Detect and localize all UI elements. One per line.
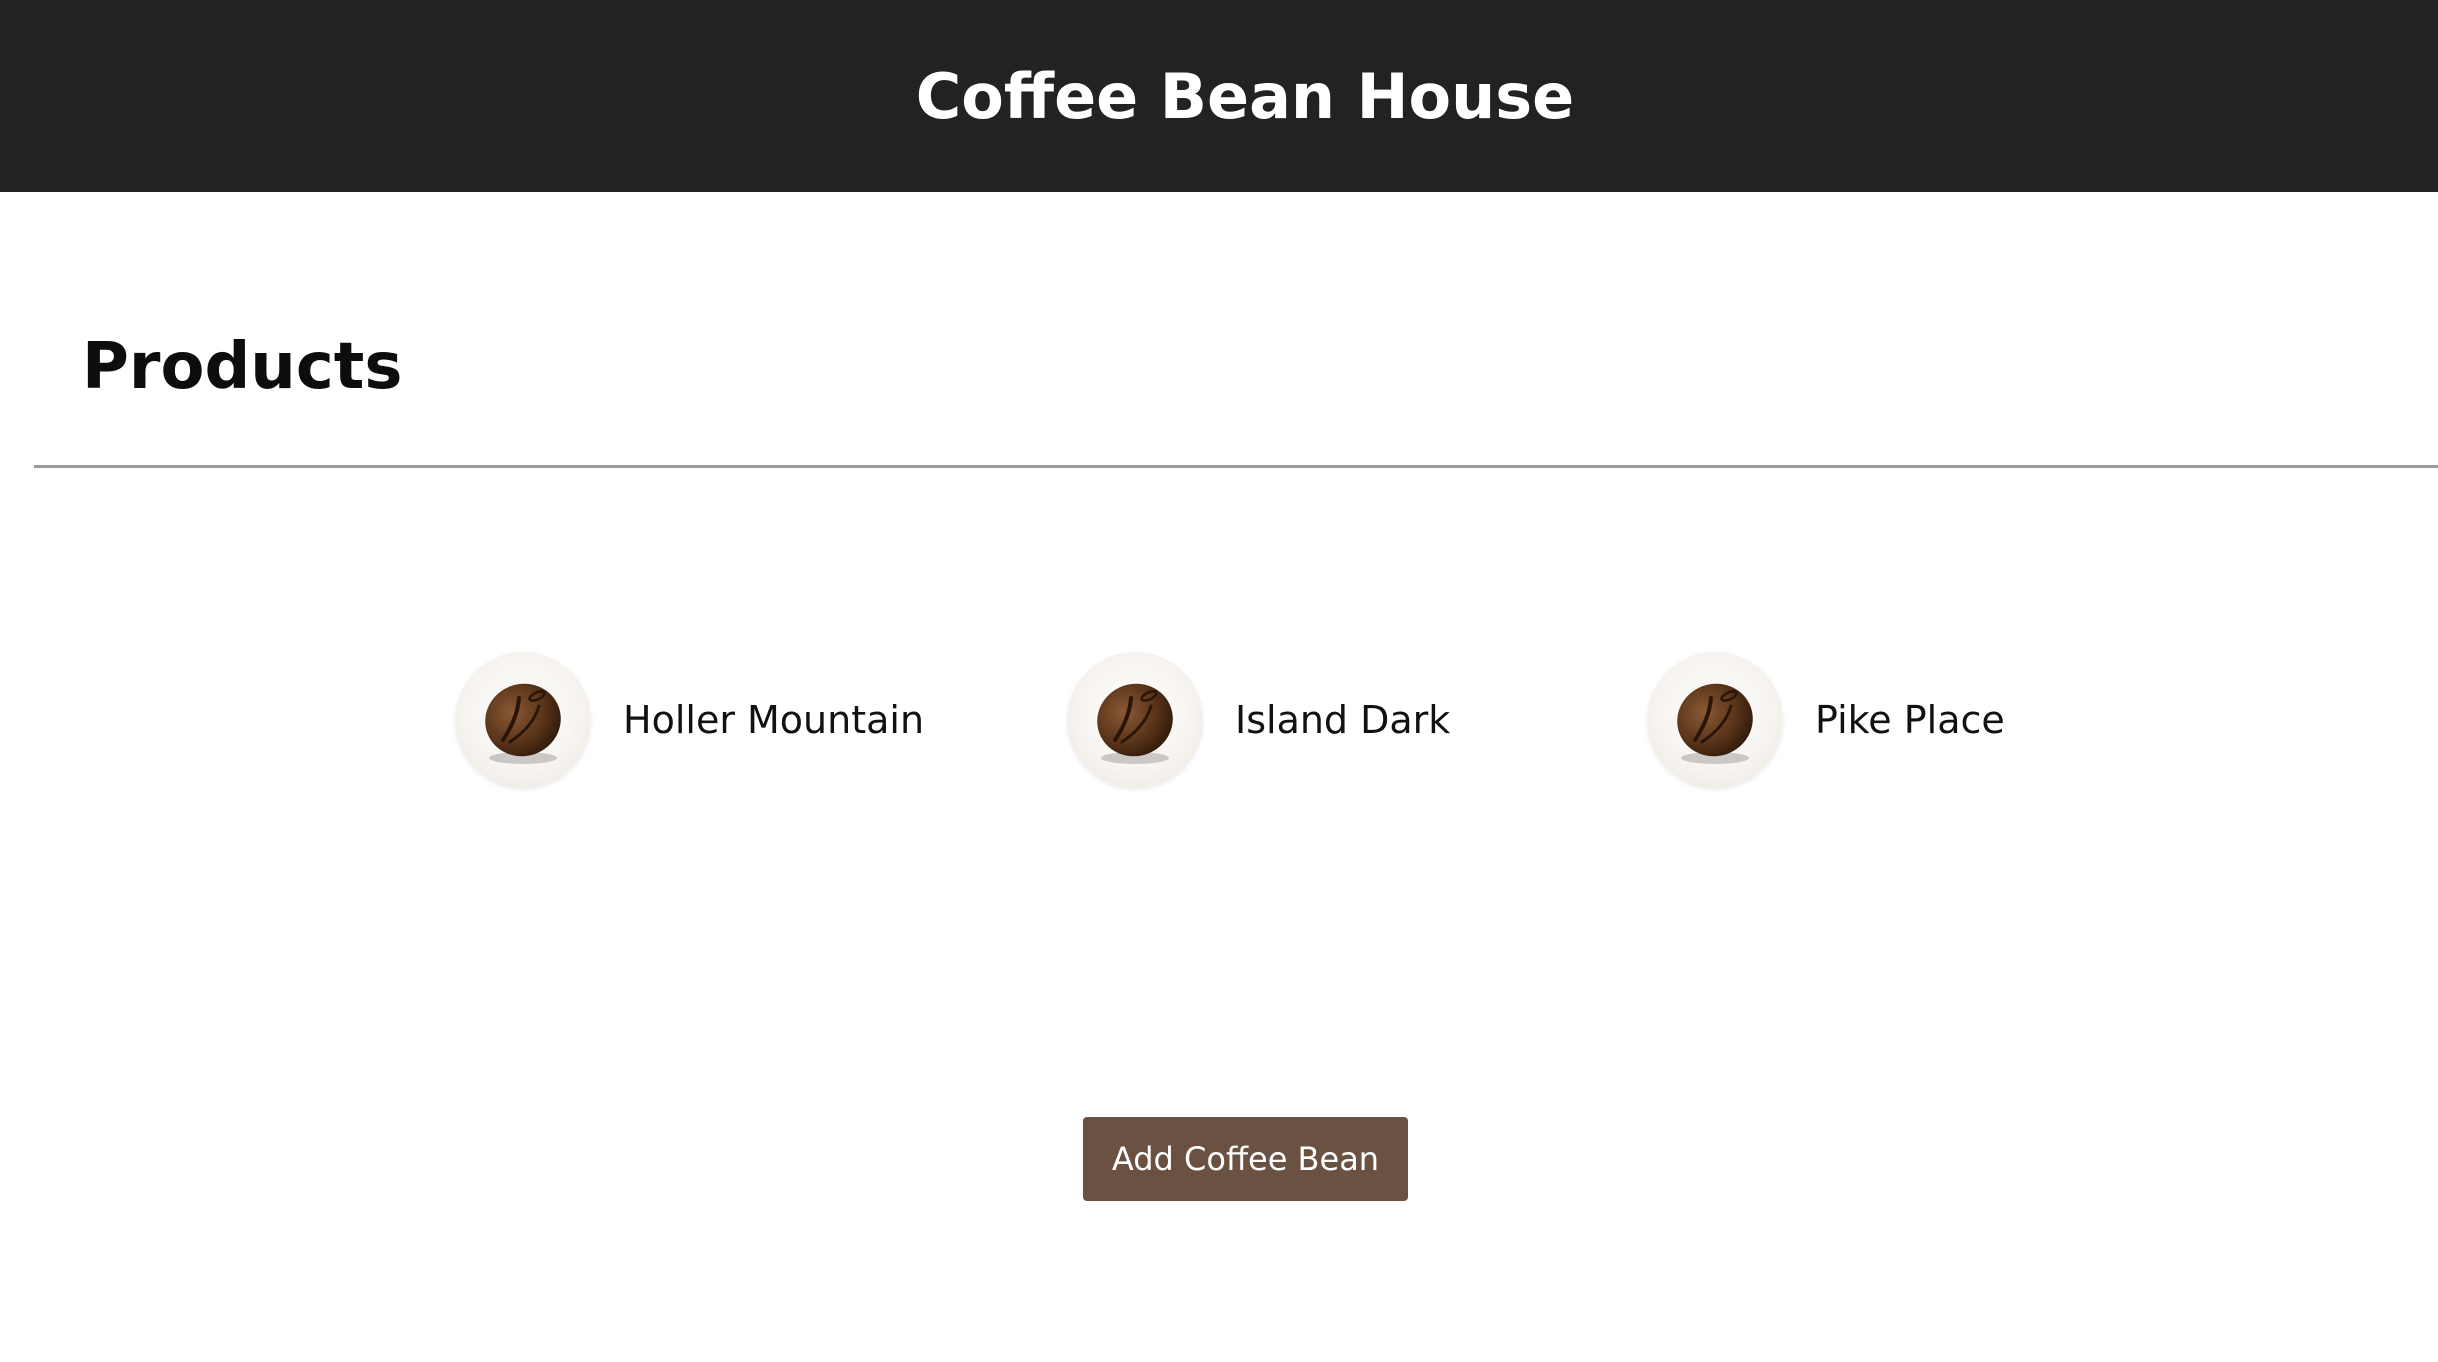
- product-name: Holler Mountain: [623, 698, 925, 742]
- coffee-bean-icon: [1647, 652, 1783, 788]
- page: Coffee Bean House Products Holler Mounta…: [0, 0, 2438, 1362]
- product-item-pike-place[interactable]: Pike Place: [1647, 650, 2005, 790]
- coffee-bean-icon: [455, 652, 591, 788]
- product-name: Pike Place: [1815, 698, 2005, 742]
- product-item-holler-mountain[interactable]: Holler Mountain: [455, 650, 924, 790]
- product-name: Island Dark: [1235, 698, 1451, 742]
- section-divider: [34, 465, 2438, 468]
- coffee-bean-icon: [1067, 652, 1203, 788]
- app-title: Coffee Bean House: [915, 59, 1575, 133]
- product-item-island-dark[interactable]: Island Dark: [1067, 650, 1450, 790]
- app-header: Coffee Bean House: [0, 0, 2438, 192]
- page-title: Products: [82, 330, 403, 404]
- add-coffee-bean-button[interactable]: Add Coffee Bean: [1083, 1117, 1408, 1201]
